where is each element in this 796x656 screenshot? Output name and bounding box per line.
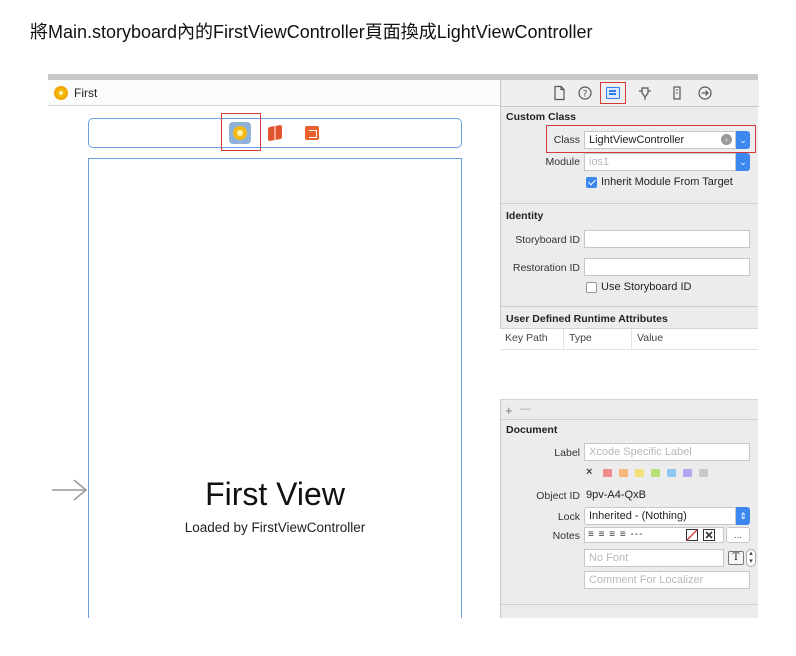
font-placeholder: No Font bbox=[589, 552, 629, 564]
no-highlight-icon[interactable] bbox=[703, 529, 715, 541]
add-attribute-button[interactable]: + bbox=[505, 403, 513, 418]
class-label: Class bbox=[553, 134, 580, 146]
section-divider bbox=[500, 203, 758, 204]
document-heading: Document bbox=[506, 424, 558, 436]
runtime-attributes-heading: User Defined Runtime Attributes bbox=[506, 313, 668, 325]
module-dropdown-button[interactable]: ⌄ bbox=[736, 153, 750, 171]
color-label-swatch[interactable] bbox=[603, 469, 612, 477]
localizer-comment-placeholder: Comment For Localizer bbox=[589, 574, 704, 586]
header-divider bbox=[500, 349, 758, 350]
notes-alignment-buttons[interactable]: ≡ ≡ ≡ ≡ --- bbox=[588, 529, 643, 540]
module-field[interactable]: ios1 bbox=[584, 153, 736, 171]
doc-label-field[interactable]: Xcode Specific Label bbox=[584, 443, 750, 461]
restoration-id-label: Restoration ID bbox=[512, 262, 580, 274]
color-label-swatch[interactable] bbox=[667, 469, 676, 477]
localizer-comment-field[interactable]: Comment For Localizer bbox=[584, 571, 750, 589]
storyboard-id-label: Storyboard ID bbox=[515, 234, 580, 246]
clear-color-label-button[interactable]: × bbox=[586, 466, 592, 478]
use-storyboard-id-label: Use Storyboard ID bbox=[601, 281, 692, 293]
canvas-breadcrumb-bar: First bbox=[48, 80, 500, 106]
module-label: Module bbox=[545, 156, 580, 168]
color-label-swatch[interactable] bbox=[635, 469, 644, 477]
doc-label-label: Label bbox=[554, 447, 580, 459]
notes-more-button[interactable]: ... bbox=[726, 527, 750, 543]
column-header-key-path[interactable]: Key Path bbox=[500, 329, 564, 349]
font-size-stepper[interactable]: ▴ ▾ bbox=[746, 549, 756, 567]
svg-text:?: ? bbox=[583, 90, 588, 100]
breadcrumb-first[interactable]: First bbox=[74, 86, 97, 100]
storyboard-id-field[interactable] bbox=[584, 230, 750, 248]
entry-point-arrow-icon[interactable] bbox=[50, 478, 90, 502]
remove-attribute-button[interactable]: — bbox=[520, 403, 531, 415]
doc-label-placeholder: Xcode Specific Label bbox=[589, 446, 692, 458]
object-id-label: Object ID bbox=[536, 490, 580, 502]
color-label-swatch[interactable] bbox=[699, 469, 708, 477]
font-field[interactable]: No Font bbox=[584, 549, 724, 567]
use-storyboard-id-checkbox[interactable] bbox=[586, 282, 597, 293]
color-label-swatch[interactable] bbox=[683, 469, 692, 477]
file-icon[interactable] bbox=[551, 85, 567, 101]
class-dropdown-button[interactable]: ⌄ bbox=[736, 131, 750, 149]
lock-label: Lock bbox=[557, 511, 580, 523]
tutorial-caption: 將Main.storyboard內的FirstViewController頁面換… bbox=[30, 22, 593, 42]
section-divider bbox=[500, 419, 758, 420]
attributes-icon[interactable] bbox=[637, 85, 653, 101]
class-field[interactable]: LightViewController bbox=[584, 131, 736, 149]
help-icon[interactable]: ? bbox=[577, 85, 593, 101]
runtime-attributes-table[interactable]: Key Path Type Value bbox=[500, 328, 758, 400]
no-color-icon[interactable] bbox=[686, 529, 698, 541]
notes-label: Notes bbox=[552, 530, 580, 542]
column-header-type[interactable]: Type bbox=[564, 329, 632, 349]
column-header-value[interactable]: Value bbox=[632, 329, 758, 349]
scene-view[interactable] bbox=[88, 158, 462, 618]
restoration-id-field[interactable] bbox=[584, 258, 750, 276]
color-label-swatch[interactable] bbox=[651, 469, 660, 477]
object-id-value: 9pv-A4-QxB bbox=[586, 489, 646, 501]
inherit-module-checkbox[interactable] bbox=[586, 177, 597, 188]
identity-heading: Identity bbox=[506, 210, 544, 222]
section-divider bbox=[500, 306, 758, 307]
exit-icon[interactable] bbox=[305, 126, 319, 140]
font-picker-button[interactable]: T bbox=[728, 551, 744, 565]
size-icon[interactable] bbox=[669, 85, 685, 101]
color-label-swatch[interactable] bbox=[619, 469, 628, 477]
first-responder-icon[interactable] bbox=[268, 124, 282, 142]
module-field-placeholder: ios1 bbox=[589, 156, 610, 168]
lock-select-value: Inherited - (Nothing) bbox=[589, 510, 687, 522]
view-subtitle-label[interactable]: Loaded by FirstViewController bbox=[88, 520, 462, 535]
view-title-label[interactable]: First View bbox=[88, 476, 462, 513]
inspector-tab-bar: ? bbox=[501, 80, 759, 107]
custom-class-heading: Custom Class bbox=[506, 111, 577, 123]
view-controller-icon[interactable] bbox=[229, 122, 251, 144]
lock-select-button[interactable]: ⇕ bbox=[736, 507, 750, 525]
navigate-arrow-icon[interactable]: › bbox=[721, 134, 732, 145]
identity-icon[interactable] bbox=[606, 87, 620, 99]
inherit-module-label: Inherit Module From Target bbox=[601, 176, 733, 188]
section-divider bbox=[500, 604, 758, 605]
class-field-value: LightViewController bbox=[589, 134, 685, 146]
view-controller-icon bbox=[54, 86, 68, 100]
connections-icon[interactable] bbox=[697, 85, 713, 101]
lock-select[interactable]: Inherited - (Nothing) bbox=[584, 507, 736, 525]
